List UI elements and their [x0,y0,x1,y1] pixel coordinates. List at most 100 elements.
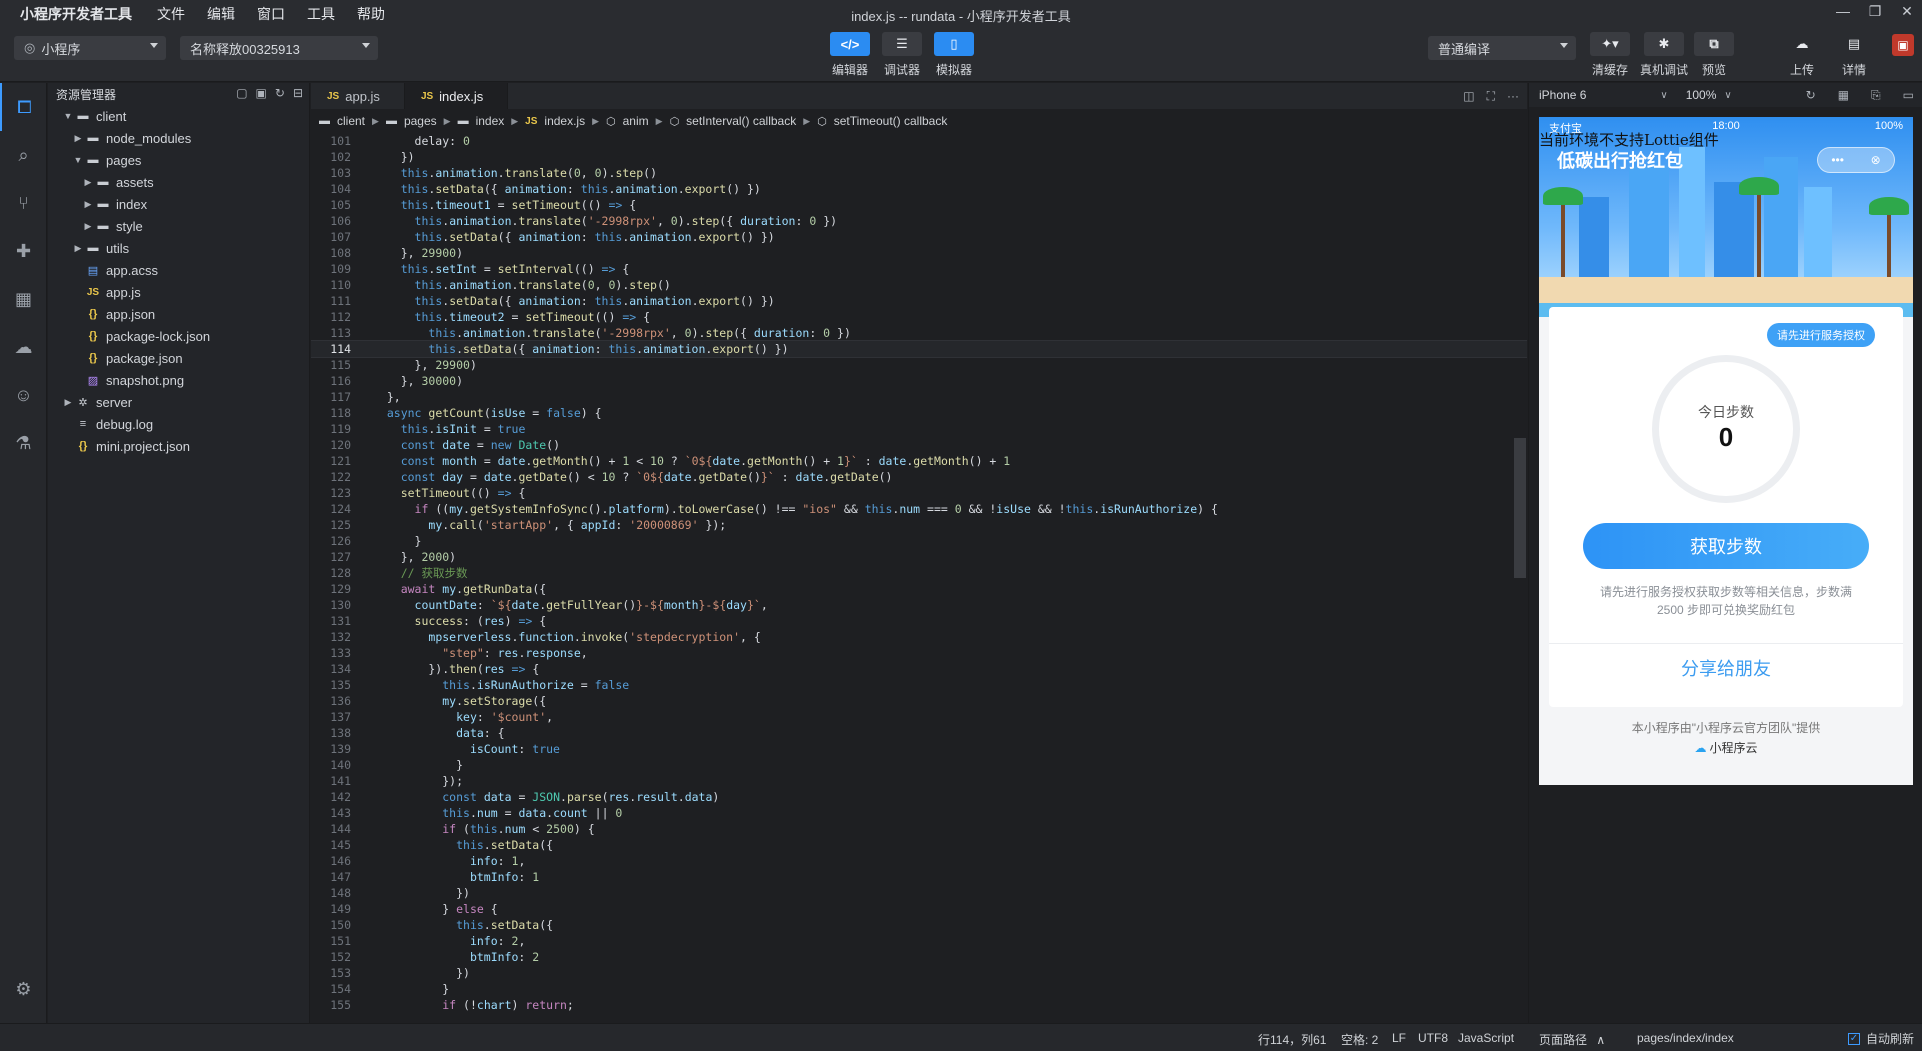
page-path-toggle[interactable]: 页面路径 ∧ [1539,1031,1605,1048]
code-line[interactable]: 140 } [311,757,1527,773]
test-flask-icon[interactable]: ⚗ [0,419,47,467]
fullscreen-icon[interactable]: ⛶ [1487,89,1495,104]
code-line[interactable]: 132 mpserverless.function.invoke('stepde… [311,629,1527,645]
compile-mode-select[interactable]: 普通编译 [1428,36,1576,60]
breadcrumb-item[interactable]: client [337,114,365,128]
breadcrumb-item[interactable]: anim [623,114,649,128]
debugger-toggle-button[interactable]: ☰ 调试器 [874,32,930,78]
code-line[interactable]: 130 countDate: `${date.getFullYear()}-${… [311,597,1527,613]
breadcrumb-item[interactable]: index.js [544,114,585,128]
close-circle-icon[interactable]: ⊗ [1871,153,1881,167]
tree-item[interactable]: ▨ snapshot.png [48,369,309,391]
code-line[interactable]: 108 }, 29900) [311,245,1527,261]
menu-app[interactable]: 小程序开发者工具 [0,4,146,24]
project-type-select[interactable]: ◎ 小程序 [14,36,166,60]
project-name-select[interactable]: 名称释放00325913 [180,36,378,60]
code-line[interactable]: 116 }, 30000) [311,373,1527,389]
cloud-icon[interactable]: ☁ [0,323,47,371]
code-line[interactable]: 150 this.setData({ [311,917,1527,933]
code-line[interactable]: 135 this.isRunAuthorize = false [311,677,1527,693]
code-line[interactable]: 113 this.animation.translate('-2998rpx',… [311,325,1527,341]
code-line[interactable]: 151 info: 2, [311,933,1527,949]
code-line[interactable]: 146 info: 1, [311,853,1527,869]
window-icon[interactable]: ▭ [1903,88,1914,103]
tree-item[interactable]: ▼ ▬ client [48,105,309,127]
restore-icon[interactable]: ❐ [1866,3,1884,20]
code-line[interactable]: 112 this.timeout2 = setTimeout(() => { [311,309,1527,325]
code-line[interactable]: 111 this.setData({ animation: this.anima… [311,293,1527,309]
code-line[interactable]: 105 this.timeout1 = setTimeout(() => { [311,197,1527,213]
code-line[interactable]: 153 }) [311,965,1527,981]
auth-tooltip[interactable]: 请先进行服务授权 [1767,323,1875,347]
tree-item[interactable]: ▶ ▬ index [48,193,309,215]
tree-item[interactable]: {} app.json [48,303,309,325]
code-line[interactable]: 143 this.num = data.count || 0 [311,805,1527,821]
code-line[interactable]: 102 }) [311,149,1527,165]
settings-gear-icon[interactable]: ⚙ [0,965,47,1013]
code-line[interactable]: 104 this.setData({ animation: this.anima… [311,181,1527,197]
code-line[interactable]: 134 }).then(res => { [311,661,1527,677]
code-line[interactable]: 109 this.setInt = setInterval(() => { [311,261,1527,277]
cursor-position[interactable]: 行114，列61 [1258,1031,1326,1048]
zoom-select[interactable]: 100% [1686,88,1717,102]
auto-refresh-toggle[interactable]: ✓ 自动刷新 [1847,1030,1914,1047]
details-button[interactable]: ▤ 详情 [1826,32,1882,78]
menu-window[interactable]: 窗口 [246,4,296,24]
code-line[interactable]: 131 success: (res) => { [311,613,1527,629]
editor-toggle-button[interactable]: </> 编辑器 [822,32,878,78]
upload-button[interactable]: ☁ 上传 [1774,32,1830,78]
reload-icon[interactable]: ↻ [1806,88,1816,103]
checkbox-checked-icon[interactable]: ✓ [1847,1032,1860,1045]
breadcrumb-item[interactable]: setInterval() callback [686,114,796,128]
clear-cache-button[interactable]: ✦▾ 清缓存 [1582,32,1638,78]
code-line[interactable]: 139 isCount: true [311,741,1527,757]
grid-icon[interactable]: ▦ [1838,88,1849,103]
code-area[interactable]: 101 delay: 0 102 }) 103 this.animation.tra… [311,133,1527,1023]
tree-item[interactable]: ▶ ▬ node_modules [48,127,309,149]
code-line[interactable]: 121 const month = date.getMonth() + 1 < … [311,453,1527,469]
collapse-all-icon[interactable]: ⊟ [293,86,303,100]
tree-item[interactable]: {} mini.project.json [48,435,309,457]
layout-icon[interactable]: ▦ [0,275,47,323]
code-line[interactable]: 114 this.setData({ animation: this.anima… [311,340,1527,358]
code-line[interactable]: 117 }, [311,389,1527,405]
code-line[interactable]: 125 my.call('startApp', { appId: '200008… [311,517,1527,533]
breadcrumb-item[interactable]: index [476,114,505,128]
menu-help[interactable]: 帮助 [346,4,396,24]
code-line[interactable]: 136 my.setStorage({ [311,693,1527,709]
page-path[interactable]: pages/index/index [1637,1031,1734,1045]
menu-tools[interactable]: 工具 [296,4,346,24]
language-mode[interactable]: JavaScript [1458,1031,1514,1045]
tree-item[interactable]: ▶ ▬ assets [48,171,309,193]
refresh-icon[interactable]: ↻ [275,86,285,100]
more-dots-icon[interactable]: ••• [1831,153,1844,167]
code-line[interactable]: 107 this.setData({ animation: this.anima… [311,229,1527,245]
tree-item[interactable]: ▶ ▬ style [48,215,309,237]
code-line[interactable]: 106 this.animation.translate('-2998rpx',… [311,213,1527,229]
tree-item[interactable]: ▶ ✲ server [48,391,309,413]
indentation[interactable]: 空格: 2 [1341,1031,1378,1048]
code-line[interactable]: 142 const data = JSON.parse(res.result.d… [311,789,1527,805]
code-line[interactable]: 128 // 获取步数 [311,565,1527,581]
remote-debug-button[interactable]: ✱ 真机调试 [1636,32,1692,78]
tree-item[interactable]: ≡ debug.log [48,413,309,435]
code-line[interactable]: 144 if (this.num < 2500) { [311,821,1527,837]
gift-icon[interactable]: ▣ [1892,34,1914,56]
tree-item[interactable]: ▼ ▬ pages [48,149,309,171]
tree-item[interactable]: JS app.js [48,281,309,303]
code-line[interactable]: 122 const day = date.getDate() < 10 ? `0… [311,469,1527,485]
code-line[interactable]: 133 "step": res.response, [311,645,1527,661]
code-line[interactable]: 145 this.setData({ [311,837,1527,853]
code-line[interactable]: 127 }, 2000) [311,549,1527,565]
code-line[interactable]: 138 data: { [311,725,1527,741]
minimize-icon[interactable]: — [1834,3,1852,20]
new-file-icon[interactable]: ▢ [236,86,247,100]
git-icon[interactable]: ⑂ [0,179,47,227]
code-line[interactable]: 120 const date = new Date() [311,437,1527,453]
code-line[interactable]: 110 this.animation.translate(0, 0).step(… [311,277,1527,293]
inspect-icon[interactable]: ⎘ [1871,88,1881,103]
new-folder-icon[interactable]: ▣ [256,86,267,100]
code-line[interactable]: 141 }); [311,773,1527,789]
code-line[interactable]: 149 } else { [311,901,1527,917]
code-line[interactable]: 148 }) [311,885,1527,901]
